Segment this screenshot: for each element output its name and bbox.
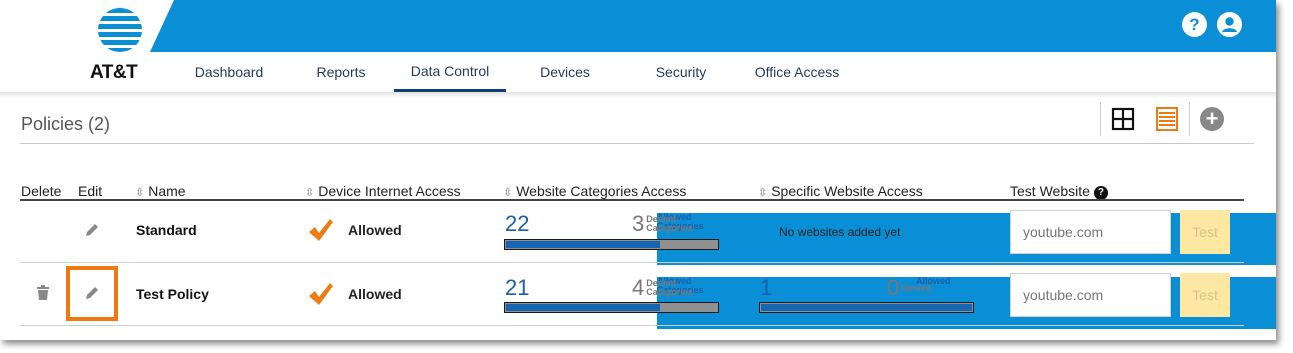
view-toolbar: + (1100, 102, 1234, 136)
checkmark-icon (309, 283, 333, 305)
nav-dashboard[interactable]: Dashboard (170, 52, 288, 92)
brand-name: AT&T (90, 62, 138, 83)
add-icon: + (1200, 107, 1224, 131)
no-websites-text: No websites added yet (779, 225, 901, 239)
categories-allowed: 22 Allowed Categories (505, 213, 1276, 265)
nav-security[interactable]: Security (624, 52, 738, 92)
test-button[interactable]: Test (1180, 210, 1230, 254)
top-bar: ? (0, 0, 1276, 52)
add-policy-button[interactable]: + (1190, 102, 1234, 136)
help-icon[interactable]: ? (1182, 12, 1207, 37)
header-icons: ? (1182, 12, 1242, 37)
grid-view-icon[interactable] (1101, 102, 1145, 136)
sort-icon: ⇳ (135, 187, 145, 199)
nav-data-control[interactable]: Data Control (394, 52, 506, 98)
checkmark-icon (309, 219, 333, 241)
user-account-icon[interactable] (1217, 12, 1242, 37)
categories-denied: 4 Denied Categories (632, 275, 693, 300)
test-website-input[interactable] (1010, 273, 1171, 317)
categories-allowed: 21 Allowed Categories (505, 277, 1276, 329)
att-logo[interactable]: AT&T (86, 4, 156, 86)
nav-office-access[interactable]: Office Access (738, 52, 856, 92)
edit-highlight-box (66, 266, 118, 321)
edit-pencil-icon[interactable] (84, 222, 100, 238)
test-website-input[interactable] (1010, 210, 1171, 254)
list-view-icon[interactable] (1145, 102, 1189, 136)
page-title: Policies (2) (21, 114, 111, 134)
sort-icon: ⇳ (758, 187, 768, 199)
app-window: ? AT&T Dashboard Reports Data Control De… (0, 0, 1276, 340)
header-device-access[interactable]: ⇳ Device Internet Access (305, 183, 461, 199)
categories-progress-fill (506, 304, 661, 311)
trash-icon[interactable] (36, 285, 50, 301)
sort-icon: ⇳ (503, 187, 513, 199)
categories-progress-bar (504, 302, 719, 313)
categories-progress-bar (504, 239, 719, 250)
header-test-website: Test Website? (1010, 183, 1108, 200)
header-website-categories[interactable]: ⇳ Website Categories Access (503, 183, 686, 199)
categories-denied: 3 Denied Categories (632, 211, 693, 236)
header-edit: Edit (78, 183, 103, 199)
nav-reports[interactable]: Reports (288, 52, 394, 92)
policy-name: Test Policy (136, 286, 209, 302)
header-specific-website[interactable]: ⇳ Specific Website Access (758, 183, 923, 199)
test-button[interactable]: Test (1180, 273, 1230, 317)
device-access-cell: Allowed (308, 282, 402, 306)
header-delete: Delete (21, 183, 62, 199)
header-bar (150, 0, 1276, 52)
nav-devices[interactable]: Devices (506, 52, 624, 92)
device-access-cell: Allowed (308, 218, 402, 242)
specific-denied: 0 Denied (887, 275, 932, 300)
specific-progress-bar (759, 302, 974, 313)
specific-progress-fill (761, 304, 972, 311)
specific-allowed: 1 Allowed (760, 277, 1276, 329)
categories-progress-fill (506, 241, 661, 248)
policy-name: Standard (136, 222, 197, 238)
globe-icon (98, 8, 142, 52)
main-nav: Dashboard Reports Data Control Devices S… (170, 52, 856, 98)
sort-icon: ⇳ (305, 187, 315, 199)
header-name[interactable]: ⇳ Name (135, 183, 186, 199)
help-icon[interactable]: ? (1093, 186, 1108, 200)
